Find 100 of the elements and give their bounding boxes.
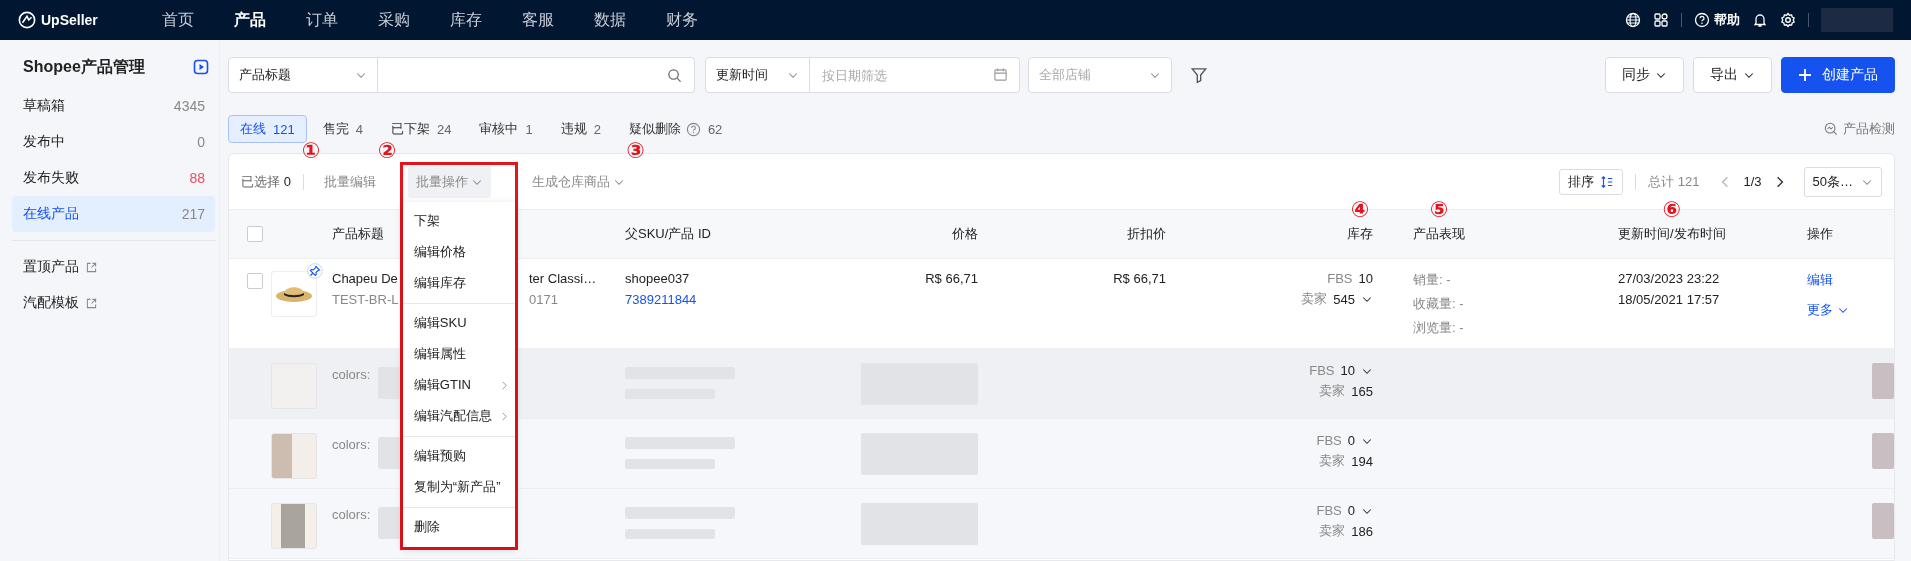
create-button[interactable]: 创建产品 — [1781, 57, 1895, 93]
globe-icon[interactable] — [1625, 12, 1641, 28]
sidebar-item[interactable]: 发布失败 88 — [12, 160, 215, 196]
bell-icon[interactable] — [1752, 12, 1768, 28]
photo-placeholder — [271, 503, 317, 549]
menu-item[interactable]: 删除 — [402, 511, 515, 543]
menu-item[interactable]: 编辑汽配信息 — [402, 400, 515, 432]
nav-item[interactable]: 产品 — [218, 9, 282, 31]
field-select[interactable]: 产品标题 — [228, 57, 378, 93]
column-header: 折扣价 — [1127, 225, 1166, 243]
sidebar-link[interactable]: 汽配模板 — [12, 285, 97, 321]
menu-item[interactable]: 复制为“新产品” — [402, 471, 515, 503]
product-title[interactable]: ter Classi… — [529, 271, 597, 286]
nav-item[interactable]: 库存 — [434, 9, 498, 31]
help-link[interactable]: 帮助 — [1694, 11, 1740, 29]
annotation-number: ⑤ — [1429, 199, 1449, 221]
discount-price: R$ 66,71 — [1113, 271, 1166, 286]
item-count: 4345 — [173, 98, 205, 114]
performance-metric: 销量: - — [1413, 271, 1451, 289]
dropdown-button[interactable]: 导出 — [1693, 57, 1772, 93]
stock-value: 0 — [1347, 503, 1355, 518]
blurred-area — [1872, 503, 1894, 539]
sidebar-link[interactable]: 置顶产品 — [12, 249, 97, 285]
stock-label: 卖家 — [1301, 290, 1328, 308]
status-tab[interactable]: 审核中 1 — [467, 115, 545, 143]
stock-label: FBS — [1316, 433, 1342, 448]
status-tab[interactable]: 在线 121 — [228, 115, 307, 143]
stock-value: 194 — [1351, 453, 1373, 469]
item-label: 发布中 — [23, 133, 65, 151]
nav-item[interactable]: 数据 — [578, 9, 642, 31]
chevron-right-icon — [499, 380, 509, 390]
menu-item[interactable]: 编辑预购 — [402, 440, 515, 472]
product-sku: 0171 — [529, 292, 558, 307]
dropdown-button[interactable]: 同步 — [1605, 57, 1684, 93]
product-thumbnail[interactable] — [271, 271, 317, 317]
chevron-right-icon — [499, 411, 509, 421]
column-header: 操作 — [1807, 225, 1833, 243]
column-header: 产品标题 — [332, 225, 384, 243]
product-sku: TEST-BR-L — [332, 292, 399, 307]
link-label: 汽配模板 — [23, 294, 79, 312]
more-link[interactable]: 更多 — [1807, 301, 1849, 319]
performance-metric: 收藏量: - — [1413, 295, 1464, 313]
blurred-area — [1872, 363, 1894, 399]
total-count: 总计 121 — [1648, 172, 1700, 191]
settings-icon[interactable] — [1780, 12, 1796, 28]
stock-value: 545 — [1333, 291, 1355, 307]
nav-item[interactable]: 订单 — [290, 9, 354, 31]
search-icon — [667, 67, 682, 83]
stock-value: 10 — [1340, 363, 1355, 378]
item-label: 草稿箱 — [23, 97, 65, 115]
nav-item[interactable]: 采购 — [362, 9, 426, 31]
menu-item[interactable]: 编辑属性 — [402, 338, 515, 370]
help-icon — [1694, 12, 1710, 28]
product-id-link[interactable]: 7389211844 — [625, 292, 697, 307]
plus-icon — [1798, 68, 1812, 82]
item-label: 发布失败 — [23, 169, 79, 187]
external-link-icon — [86, 297, 97, 309]
menu-item[interactable]: 编辑库存 — [402, 267, 515, 299]
page-size-select[interactable]: 50条… — [1803, 166, 1882, 197]
logo-icon — [18, 11, 36, 29]
date-field[interactable]: 按日期筛选 — [810, 57, 1020, 93]
detect-link[interactable]: 产品检测 — [1824, 120, 1895, 138]
sidebar-title: Shopee产品管理 — [23, 56, 145, 77]
apps-grid-icon[interactable] — [1653, 12, 1669, 28]
sidebar-item[interactable]: 草稿箱 4345 — [12, 88, 215, 124]
search-field[interactable] — [378, 57, 695, 93]
nav-item[interactable]: 客服 — [506, 9, 570, 31]
annotation-number: ⑥ — [1662, 199, 1682, 221]
time-select[interactable]: 更新时间 — [705, 57, 810, 93]
filter-icon[interactable] — [1190, 66, 1208, 84]
sidebar-item[interactable]: 在线产品 217 — [12, 196, 215, 232]
product-title[interactable]: Chapeu De — [332, 271, 398, 286]
stock-value: 10 — [1358, 271, 1373, 286]
nav-item[interactable]: 首页 — [146, 9, 210, 31]
stock-value: 186 — [1351, 523, 1373, 539]
nav-item[interactable]: 财务 — [650, 9, 714, 31]
stock-label: 卖家 — [1319, 382, 1346, 400]
hat-drawing — [276, 286, 312, 302]
column-header: 价格 — [952, 225, 978, 243]
menu-item[interactable]: 下架 — [402, 205, 515, 237]
help-icon — [685, 121, 701, 137]
checkbox[interactable] — [247, 273, 263, 289]
status-tab[interactable]: 违规 2 — [548, 115, 613, 143]
publish-time: 18/05/2021 17:57 — [1618, 292, 1720, 307]
checkbox[interactable] — [247, 226, 263, 242]
stock-label: FBS — [1309, 363, 1335, 378]
menu-item[interactable]: 编辑GTIN — [402, 369, 515, 401]
sidebar-item[interactable]: 发布中 0 — [12, 124, 215, 160]
toolbar-button[interactable]: 批量编辑 — [315, 165, 384, 198]
sort-icon — [1600, 174, 1615, 189]
menu-item[interactable]: 编辑价格 — [402, 236, 515, 268]
play-icon[interactable] — [193, 59, 209, 75]
item-count: 0 — [197, 134, 205, 150]
stock-label: 卖家 — [1319, 452, 1346, 470]
sort-button[interactable]: 排序 — [1559, 168, 1624, 195]
photo-placeholder — [271, 433, 317, 479]
dropdown-button[interactable]: 生成仓库商品 — [523, 165, 633, 198]
external-link-icon — [86, 261, 97, 273]
menu-item[interactable]: 编辑SKU — [402, 307, 515, 339]
edit-link[interactable]: 编辑 — [1807, 271, 1833, 289]
